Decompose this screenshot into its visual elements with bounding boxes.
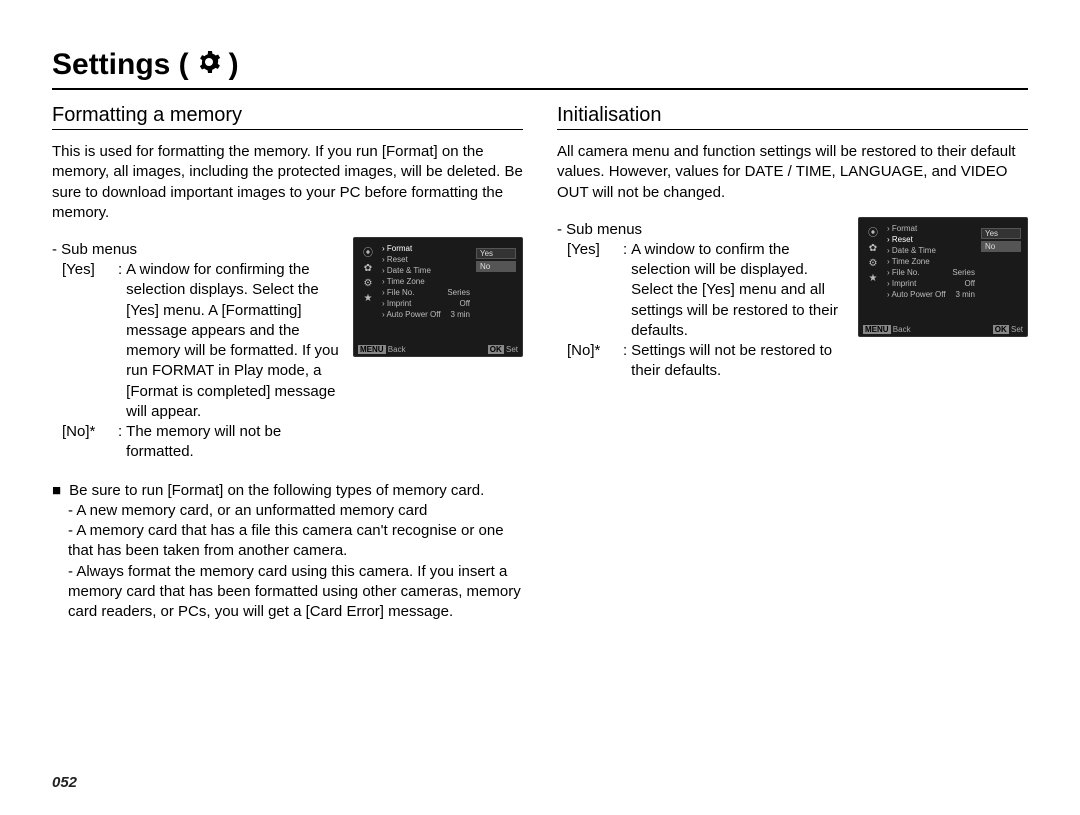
screen-icon-col: ⦿ ✿ ⚙ ★ bbox=[360, 244, 376, 340]
square-icon: ■ bbox=[52, 481, 61, 501]
manual-page: Settings ( ) Formatting a memory This is… bbox=[0, 0, 1080, 815]
screen-option: No bbox=[476, 261, 516, 272]
screen-option: Yes bbox=[476, 248, 516, 259]
camera-screen-right: ⦿ ✿ ⚙ ★ › Format › Reset › Date & Time › Ti… bbox=[858, 217, 1028, 337]
screen-menu-item: › Date & Time bbox=[885, 246, 977, 255]
left-yes-label: [Yes] bbox=[62, 260, 114, 422]
screen-icon-col: ⦿ ✿ ⚙ ★ bbox=[865, 224, 881, 320]
right-heading-rule bbox=[557, 129, 1028, 130]
screen-menu: › Format › Reset › Date & Time › Time Zone ›… bbox=[380, 244, 472, 340]
colon: : bbox=[623, 240, 627, 341]
screen-menu-item: › Auto Power Off3 min bbox=[885, 290, 977, 299]
right-yes-label: [Yes] bbox=[567, 240, 619, 341]
gear-icon: ✿ bbox=[364, 263, 372, 274]
left-block: - Sub menus [Yes] : A window for confirm… bbox=[52, 237, 523, 463]
right-block: - Sub menus [Yes] : A window to confirm … bbox=[557, 217, 1028, 382]
right-no-label: [No]* bbox=[567, 341, 619, 382]
screen-menu-item: › ImprintOff bbox=[380, 299, 472, 308]
screen-options: Yes No bbox=[476, 244, 516, 340]
left-heading: Formatting a memory bbox=[52, 104, 523, 127]
screen-menu: › Format › Reset › Date & Time › Time Zone ›… bbox=[885, 224, 977, 320]
right-heading: Initialisation bbox=[557, 104, 1028, 127]
bullet-c: - Always format the memory card using th… bbox=[52, 562, 523, 623]
left-no-row: [No]* : The memory will not be formatted… bbox=[52, 422, 341, 463]
screen-menu-item: › Date & Time bbox=[380, 266, 472, 275]
screen-option: Yes bbox=[981, 228, 1021, 239]
screen-footer: MENU Back OK Set bbox=[863, 325, 1023, 334]
left-bullets: ■ Be sure to run [Format] on the followi… bbox=[52, 481, 523, 623]
wrench-icon: ⚙ bbox=[364, 278, 373, 289]
right-submenus-label: - Sub menus bbox=[557, 221, 846, 238]
right-no-row: [No]* : Settings will not be restored to… bbox=[557, 341, 846, 382]
colon: : bbox=[118, 422, 122, 463]
left-intro: This is used for formatting the memory. … bbox=[52, 142, 523, 223]
right-no-text: Settings will not be restored to their d… bbox=[631, 341, 846, 382]
gear-icon bbox=[197, 50, 221, 80]
misc-icon: ★ bbox=[364, 293, 373, 304]
left-sub-text: - Sub menus [Yes] : A window for confirm… bbox=[52, 237, 341, 463]
screen-menu-item: › File No.Series bbox=[885, 268, 977, 277]
page-number: 052 bbox=[52, 774, 77, 791]
camera-screen-left: ⦿ ✿ ⚙ ★ › Format › Reset › Date & Time › Ti… bbox=[353, 237, 523, 357]
left-no-text: The memory will not be formatted. bbox=[126, 422, 341, 463]
colon: : bbox=[623, 341, 627, 382]
right-yes-text: A window to confirm the selection will b… bbox=[631, 240, 846, 341]
screen-menu-item: › Reset bbox=[380, 255, 472, 264]
bullet-lead-row: ■ Be sure to run [Format] on the followi… bbox=[52, 481, 523, 501]
bullet-b: - A memory card that has a file this cam… bbox=[52, 521, 523, 562]
set-label: Set bbox=[506, 345, 518, 354]
set-label: Set bbox=[1011, 325, 1023, 334]
screen-menu-item: › Auto Power Off3 min bbox=[380, 310, 472, 319]
screen-menu-item: › Time Zone bbox=[885, 257, 977, 266]
left-submenus-label: - Sub menus bbox=[52, 241, 341, 258]
camera-icon: ⦿ bbox=[868, 224, 878, 239]
left-column: Formatting a memory This is used for for… bbox=[52, 104, 523, 622]
title-close: ) bbox=[229, 48, 239, 82]
screen-menu-item: › Format bbox=[380, 244, 472, 253]
screen-options: Yes No bbox=[981, 224, 1021, 320]
colon: : bbox=[118, 260, 122, 422]
left-heading-rule bbox=[52, 129, 523, 130]
screen-menu-item: › Time Zone bbox=[380, 277, 472, 286]
left-no-label: [No]* bbox=[62, 422, 114, 463]
screen-footer: MENU Back OK Set bbox=[358, 345, 518, 354]
title-text: Settings ( bbox=[52, 48, 189, 82]
back-label: Back bbox=[893, 325, 911, 334]
camera-icon: ⦿ bbox=[363, 244, 373, 259]
misc-icon: ★ bbox=[869, 273, 878, 284]
screen-menu-item: › ImprintOff bbox=[885, 279, 977, 288]
back-label: Back bbox=[388, 345, 406, 354]
right-column: Initialisation All camera menu and funct… bbox=[557, 104, 1028, 622]
gear-icon: ✿ bbox=[869, 243, 877, 254]
title-rule bbox=[52, 88, 1028, 90]
page-title: Settings ( ) bbox=[52, 48, 1028, 82]
left-yes-row: [Yes] : A window for confirming the sele… bbox=[52, 260, 341, 422]
screen-menu-item: › Format bbox=[885, 224, 977, 233]
screen-menu-item: › Reset bbox=[885, 235, 977, 244]
right-sub-text: - Sub menus [Yes] : A window to confirm … bbox=[557, 217, 846, 382]
left-yes-text: A window for confirming the selection di… bbox=[126, 260, 341, 422]
columns: Formatting a memory This is used for for… bbox=[52, 104, 1028, 622]
right-intro: All camera menu and function settings wi… bbox=[557, 142, 1028, 203]
screen-menu-item: › File No.Series bbox=[380, 288, 472, 297]
right-yes-row: [Yes] : A window to confirm the selectio… bbox=[557, 240, 846, 341]
bullet-a: - A new memory card, or an unformatted m… bbox=[52, 501, 523, 521]
wrench-icon: ⚙ bbox=[869, 258, 878, 269]
bullet-lead: Be sure to run [Format] on the following… bbox=[69, 481, 523, 501]
screen-option: No bbox=[981, 241, 1021, 252]
